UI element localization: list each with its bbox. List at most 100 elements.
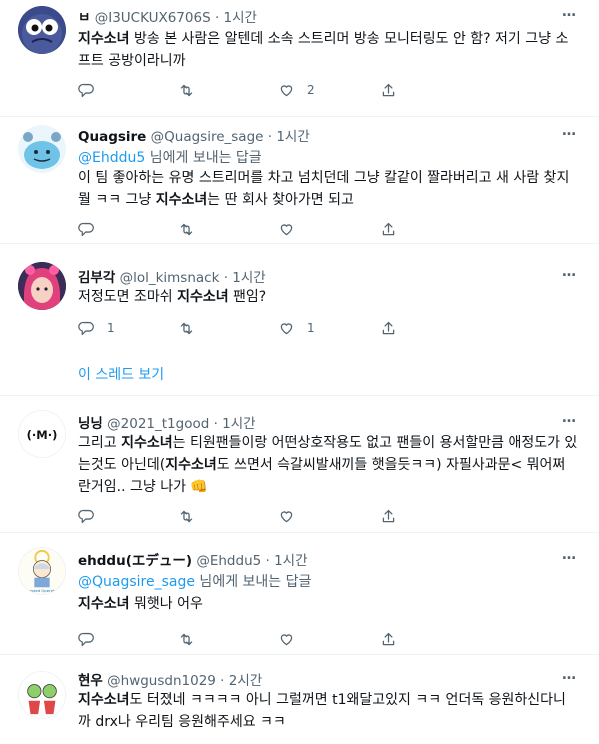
retweet-icon: [180, 84, 193, 96]
reply-icon: [78, 83, 94, 97]
timestamp[interactable]: 1시간: [222, 416, 255, 432]
more-icon[interactable]: …: [562, 4, 577, 20]
timestamp[interactable]: 1시간: [224, 10, 257, 26]
display-name[interactable]: ㅂ: [78, 10, 90, 26]
retweet-button[interactable]: [178, 506, 207, 526]
tweet-header: 김부각 @lol_kimsnack · 1시간: [78, 270, 266, 286]
user-handle[interactable]: @Ehddu5: [196, 553, 261, 569]
tweet[interactable]: (·M·) 닝닝 @2021_t1good · 1시간 … 그리고 지수소녀는 …: [0, 396, 599, 531]
tweet[interactable]: 김부각 @lol_kimsnack · 1시간 … 저정도면 조마쉬 지수소녀 …: [0, 244, 599, 394]
display-name[interactable]: ehddu(エデュー): [78, 553, 192, 569]
tweet-text: 지수소녀 방송 본 사람은 알텐데 소속 스트리머 방송 모니터링도 안 함? …: [78, 28, 578, 72]
reply-icon: [78, 632, 94, 646]
reply-handle-link[interactable]: @Quagsire_sage: [78, 574, 195, 590]
avatar[interactable]: (·M·): [18, 410, 66, 458]
action-bar: [78, 506, 518, 526]
user-handle[interactable]: @I3UCKUX6706S: [95, 10, 211, 26]
reply-button[interactable]: [78, 219, 107, 239]
more-icon[interactable]: …: [562, 264, 577, 280]
like-button[interactable]: [278, 629, 307, 649]
tweet-text: 이 팀 좋아하는 유명 스트리머를 차고 넘치던데 그냥 칼같이 짤라버리고 새…: [78, 167, 578, 211]
highlighted-keyword: 지수소녀: [165, 457, 217, 473]
share-icon: [382, 83, 395, 96]
like-count: 1: [307, 321, 315, 335]
reply-icon: [78, 222, 94, 236]
retweet-icon: [180, 510, 193, 522]
avatar-image: [18, 6, 66, 54]
retweet-button[interactable]: [178, 318, 207, 338]
user-handle[interactable]: @Quagsire_sage: [151, 129, 264, 145]
share-button[interactable]: [380, 219, 397, 239]
avatar[interactable]: [18, 262, 66, 310]
share-button[interactable]: [380, 506, 397, 526]
tweet-text: 지수소녀도 터졌네 ㅋㅋㅋㅋ 아니 그럴꺼면 t1왜달고있지 ㅋㅋ 언더독 응원…: [78, 689, 578, 733]
like-button[interactable]: [278, 219, 307, 239]
avatar[interactable]: [18, 671, 66, 719]
timestamp[interactable]: 2시간: [229, 673, 262, 689]
reply-count: 1: [107, 321, 115, 335]
reply-button[interactable]: 1: [78, 318, 115, 338]
avatar[interactable]: [18, 125, 66, 173]
retweet-icon: [180, 322, 193, 334]
tweet[interactable]: Quagsire @Quagsire_sage · 1시간 … @Ehddu5 …: [0, 117, 599, 242]
display-name[interactable]: 닝닝: [78, 416, 103, 432]
like-icon: [280, 633, 293, 645]
timestamp[interactable]: 1시간: [274, 553, 307, 569]
tweet[interactable]: ㅂ @I3UCKUX6706S · 1시간 … 지수소녀 방송 본 사람은 알텐…: [0, 0, 599, 118]
tweet-header: 현우 @hwgusdn1029 · 2시간: [78, 673, 263, 689]
share-icon: [382, 509, 395, 522]
highlighted-keyword: 지수소녀: [177, 289, 229, 305]
reply-label: 님에게 보내는 답글: [145, 150, 262, 166]
more-icon[interactable]: …: [562, 123, 577, 139]
avatar-image: Hoaxed Operator: [19, 548, 65, 594]
like-button[interactable]: 1: [278, 318, 315, 338]
avatar[interactable]: [18, 6, 66, 54]
reply-handle-link[interactable]: @Ehddu5: [78, 150, 145, 166]
reply-icon: [78, 321, 94, 335]
user-handle[interactable]: @lol_kimsnack: [120, 270, 220, 286]
like-icon: [280, 322, 293, 334]
share-button[interactable]: [380, 629, 397, 649]
more-icon[interactable]: …: [562, 547, 577, 563]
tweet-text: 그리고 지수소녀는 티원팬들이랑 어떤상호작용도 없고 팬들이 용서할만큼 애정…: [78, 432, 578, 498]
reply-icon: [78, 509, 94, 523]
reply-button[interactable]: [78, 506, 107, 526]
like-button[interactable]: 2: [278, 80, 315, 100]
more-icon[interactable]: …: [562, 410, 577, 426]
user-handle[interactable]: @2021_t1good: [107, 416, 209, 432]
avatar[interactable]: Hoaxed Operator: [18, 547, 66, 595]
share-icon: [382, 321, 395, 334]
tweet[interactable]: Hoaxed Operator ehddu(エデュー) @Ehddu5 · 1시…: [0, 533, 599, 653]
retweet-icon: [180, 223, 193, 235]
display-name[interactable]: 현우: [78, 673, 103, 689]
text-segment: 팬임?: [228, 289, 267, 305]
tweet-header: Quagsire @Quagsire_sage · 1시간: [78, 129, 310, 145]
tweet[interactable]: 현우 @hwgusdn1029 · 2시간 … 지수소녀도 터졌네 ㅋㅋㅋㅋ 아…: [0, 655, 599, 744]
reply-label: 님에게 보내는 답글: [194, 574, 312, 590]
reply-button[interactable]: [78, 629, 107, 649]
more-icon[interactable]: …: [562, 667, 577, 683]
user-handle[interactable]: @hwgusdn1029: [107, 673, 216, 689]
timestamp[interactable]: 1시간: [232, 270, 265, 286]
reply-button[interactable]: [78, 80, 107, 100]
display-name[interactable]: 김부각: [78, 270, 115, 286]
retweet-button[interactable]: [178, 80, 207, 100]
timestamp[interactable]: 1시간: [276, 129, 309, 145]
highlighted-keyword: 지수소녀: [78, 596, 130, 612]
text-segment: 도 터졌네 ㅋㅋㅋㅋ 아니 그럴꺼면 t1왜달고있지 ㅋㅋ 언더독 응원하신다니…: [78, 692, 566, 730]
show-thread-link[interactable]: 이 스레드 보기: [78, 364, 164, 384]
share-button[interactable]: [380, 80, 397, 100]
highlighted-keyword: 지수소녀: [155, 192, 208, 208]
like-button[interactable]: [278, 506, 307, 526]
retweet-button[interactable]: [178, 629, 207, 649]
avatar-image: [19, 672, 65, 718]
display-name[interactable]: Quagsire: [78, 129, 146, 145]
tweet-header: ㅂ @I3UCKUX6706S · 1시간: [78, 10, 257, 26]
action-bar: 11: [78, 318, 518, 338]
action-bar: 2: [78, 80, 518, 100]
retweet-button[interactable]: [178, 219, 207, 239]
highlighted-keyword: 지수소녀: [78, 31, 130, 47]
tweet-text: 저정도면 조마쉬 지수소녀 팬임?: [78, 286, 578, 308]
share-button[interactable]: [380, 318, 397, 338]
retweet-icon: [180, 633, 193, 645]
